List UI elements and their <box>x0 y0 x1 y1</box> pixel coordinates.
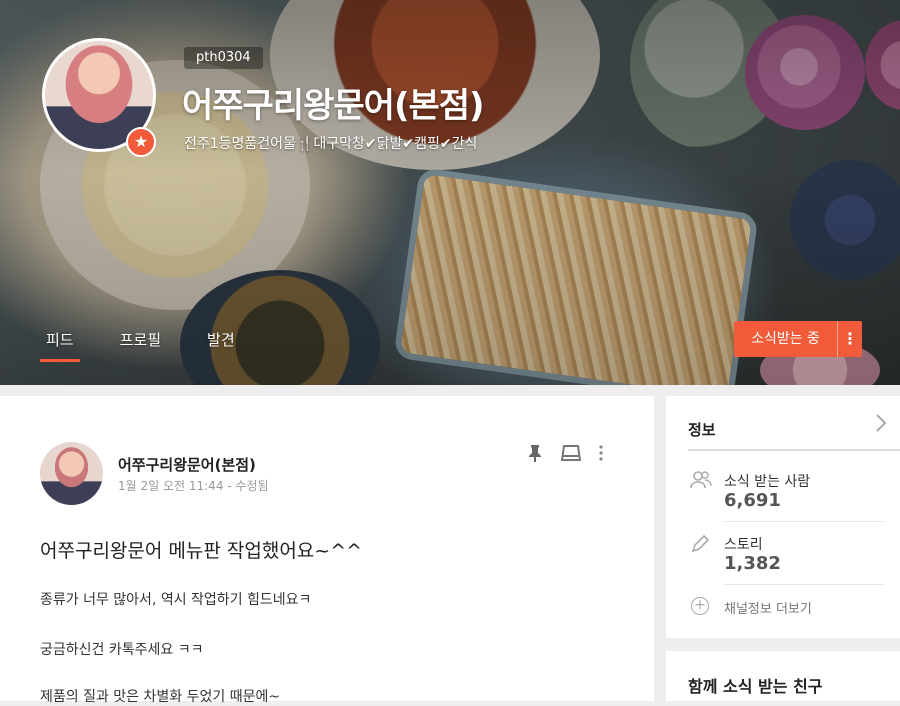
friends-card: 함께 소식 받는 친구 <box>666 651 900 701</box>
post-timestamp: 1월 2일 오전 11:44 - 수정됨 <box>118 479 269 493</box>
plus-circle-icon[interactable]: + <box>691 597 709 615</box>
post-title: 어쭈구리왕문어 메뉴판 작업했어요~^^ <box>40 540 363 562</box>
post-body-line: 종류가 너무 많아서, 역시 작업하기 힘드네요ㅋ <box>40 592 312 608</box>
subscribers-label: 소식 받는 사람 <box>724 474 811 490</box>
channel-description: 전주1등명품건어물🍴대구막창✔닭발✔캠핑✔간식 <box>184 136 478 152</box>
tab-discover[interactable]: 발견 <box>201 329 241 362</box>
post-author-name[interactable]: 어쭈구리왕문어(본점) <box>118 454 256 475</box>
channel-title: 어쭈구리왕문어(본점) <box>182 86 485 126</box>
subscribe-button[interactable]: 소식받는 중 <box>734 321 837 357</box>
channel-cover: ★ pth0304 어쭈구리왕문어(본점) 전주1등명품건어물🍴대구막창✔닭발✔… <box>0 0 900 385</box>
divider <box>724 521 884 522</box>
share-story-icon[interactable] <box>560 444 582 466</box>
channel-info-card: 정보 소식 받는 사람 6,691 스토리 1,382 + 채널정보 더보기 <box>666 396 900 638</box>
post-author-avatar[interactable] <box>40 442 103 505</box>
feed-post-card: 어쭈구리왕문어(본점) 1월 2일 오전 11:44 - 수정됨 어쭈구리왕문어… <box>0 396 654 705</box>
post-more-icon[interactable] <box>599 445 603 465</box>
tab-profile[interactable]: 프로필 <box>114 329 167 362</box>
channel-tabs: 피드 프로필 발견 <box>40 329 275 362</box>
more-options-icon[interactable]: ⋮ <box>837 321 862 357</box>
channel-info-more-link[interactable]: 채널정보 더보기 <box>724 598 812 617</box>
friends-title: 함께 소식 받는 친구 <box>688 677 823 696</box>
people-icon <box>690 470 712 490</box>
pencil-icon <box>690 534 710 554</box>
tab-feed[interactable]: 피드 <box>40 329 80 362</box>
post-body-line: 제품의 질과 맛은 차별화 두었기 때문에~ <box>40 689 281 705</box>
user-id-badge: pth0304 <box>184 47 263 69</box>
subscribe-button-group: 소식받는 중 ⋮ <box>734 321 862 357</box>
divider <box>724 584 884 585</box>
info-title: 정보 <box>688 421 716 439</box>
stories-count: 1,382 <box>724 553 781 574</box>
star-icon: ★ <box>126 127 156 157</box>
pin-icon[interactable] <box>527 444 543 466</box>
post-body-line: 궁금하신건 카톡주세요 ㅋㅋ <box>40 642 204 658</box>
chevron-right-icon[interactable] <box>874 412 896 434</box>
subscribers-count: 6,691 <box>724 490 781 511</box>
divider <box>688 449 900 451</box>
stories-label: 스토리 <box>724 537 763 553</box>
post-actions <box>527 444 621 466</box>
